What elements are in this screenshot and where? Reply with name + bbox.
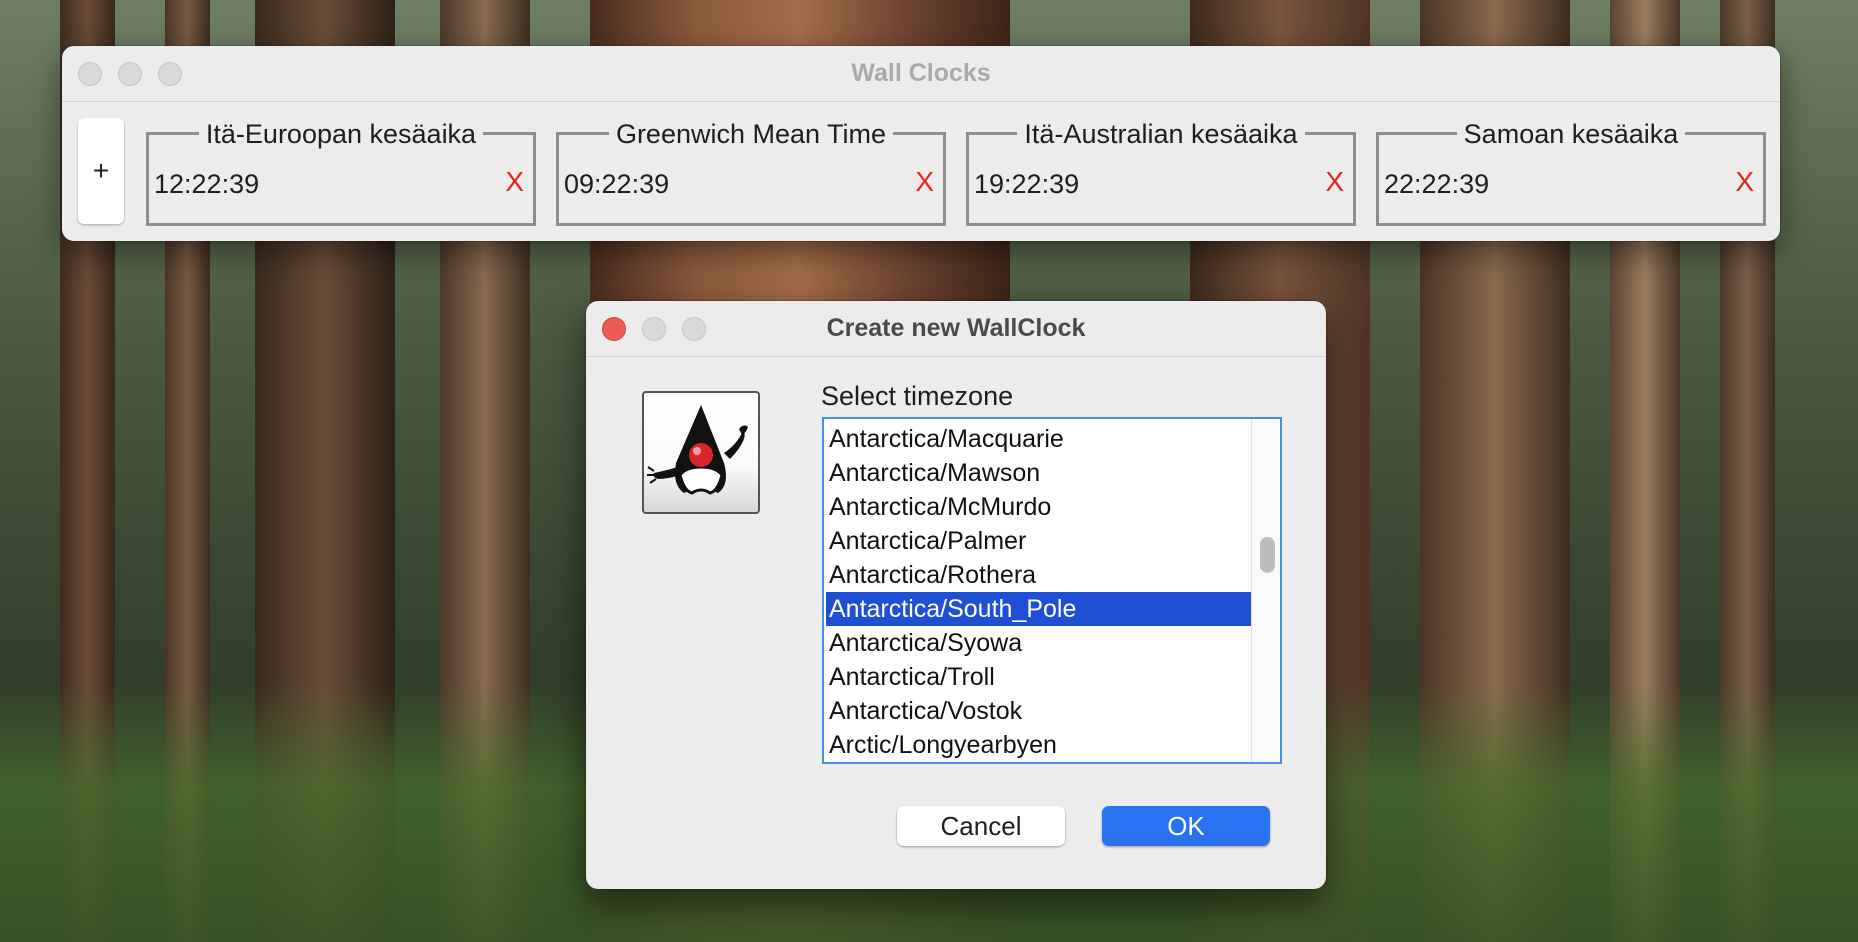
remove-clock-button[interactable]: X [915,166,934,198]
clock-timezone-label: Itä-Australian kesäaika [1017,119,1305,149]
window-title: Wall Clocks [851,59,991,87]
ok-button[interactable]: OK [1102,806,1270,846]
list-item-selected[interactable]: Antarctica/South_Pole [826,592,1253,626]
clock-time: 19:22:39 [974,169,1080,199]
dialog-title: Create new WallClock [826,314,1086,342]
clock-panel: Itä-Euroopan kesäaika 12:22:39 X [146,119,536,226]
clock-panel: Greenwich Mean Time 09:22:39 X [556,119,946,226]
wall-clocks-window: Wall Clocks + Itä-Euroopan kesäaika 12:2… [62,46,1780,241]
list-item[interactable]: Antarctica/Vostok [826,694,1253,728]
select-timezone-label: Select timezone [821,381,1014,411]
list-item[interactable]: Antarctica/Syowa [826,626,1253,660]
create-wallclock-dialog: Create new WallClock Select timezone Ant… [586,301,1326,889]
clock-panel: Itä-Australian kesäaika 19:22:39 X [966,119,1356,226]
list-item[interactable]: Antarctica/McMurdo [826,490,1253,524]
clock-time: 09:22:39 [564,169,670,199]
list-item[interactable]: Antarctica/Troll [826,660,1253,694]
cancel-button[interactable]: Cancel [897,806,1065,846]
dialog-titlebar[interactable]: Create new WallClock [586,301,1326,357]
remove-clock-button[interactable]: X [1735,166,1754,198]
clock-timezone-label: Samoan kesäaika [1456,119,1686,149]
clock-timezone-label: Greenwich Mean Time [608,119,894,149]
add-clock-button[interactable]: + [78,118,124,224]
java-duke-icon [642,391,760,514]
list-item[interactable]: Antarctica/Macquarie [826,422,1253,456]
list-item[interactable]: Antarctica/Mawson [826,456,1253,490]
remove-clock-button[interactable]: X [1325,166,1344,198]
list-item[interactable]: Antarctica/Palmer [826,524,1253,558]
list-scrollbar[interactable] [1251,419,1280,762]
clock-time: 22:22:39 [1384,169,1490,199]
scrollbar-thumb[interactable] [1260,537,1275,573]
clock-panel: Samoan kesäaika 22:22:39 X [1376,119,1766,226]
remove-clock-button[interactable]: X [505,166,524,198]
clock-time: 12:22:39 [154,169,260,199]
list-item[interactable]: Antarctica/Rothera [826,558,1253,592]
timezone-list[interactable]: Antarctica/Macquarie Antarctica/Mawson A… [822,417,1282,764]
list-item[interactable]: Arctic/Longyearbyen [826,728,1253,762]
clock-timezone-label: Itä-Euroopan kesäaika [198,119,484,149]
window-titlebar[interactable]: Wall Clocks [62,46,1780,102]
